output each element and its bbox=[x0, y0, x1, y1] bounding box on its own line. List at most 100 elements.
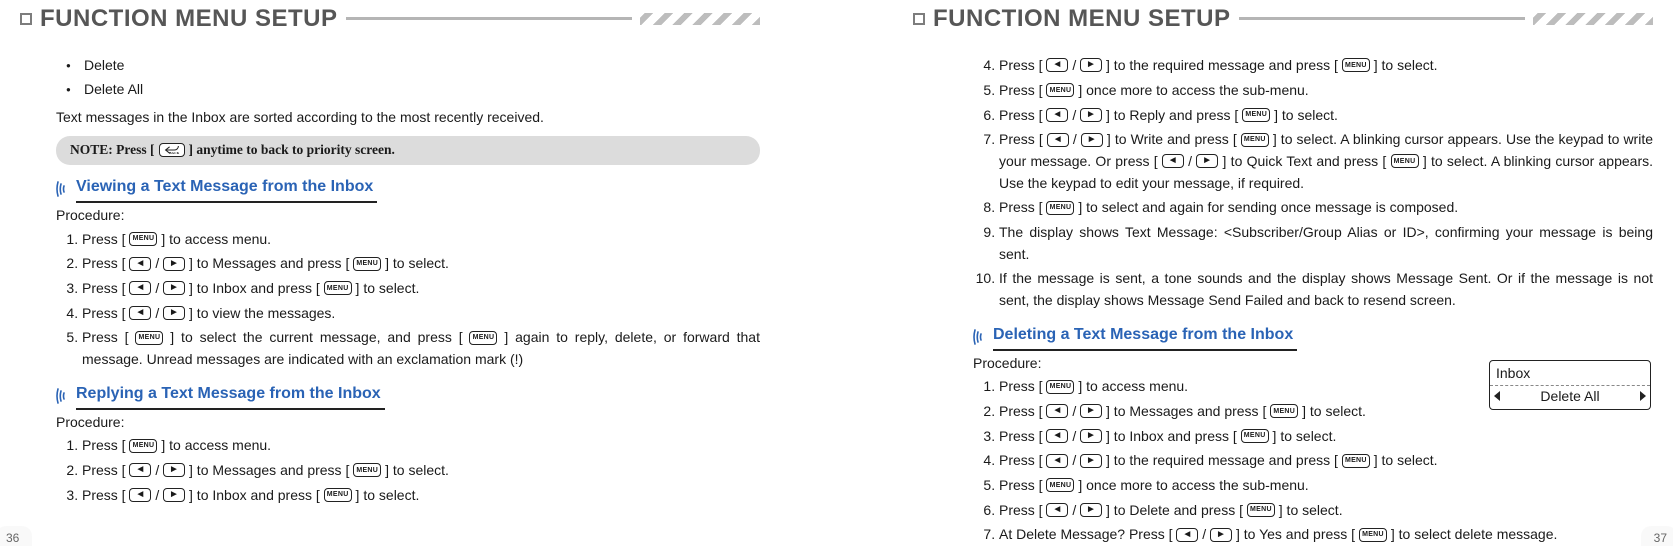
step-item: Press [ ◄ / ► ] to Messages and press [ … bbox=[82, 253, 760, 278]
step-item: Press [ MENU ] to access menu. bbox=[82, 229, 760, 254]
section-header: Deleting a Text Message from the Inbox bbox=[973, 323, 1653, 351]
section-title: Deleting a Text Message from the Inbox bbox=[993, 323, 1297, 351]
step-item: Press [ ◄ / ► ] to Write and press [ MEN… bbox=[999, 129, 1653, 197]
menu-button-icon: MENU bbox=[353, 257, 381, 271]
signal-icon bbox=[56, 387, 70, 405]
chapter-title: FUNCTION MENU SETUP bbox=[933, 0, 1231, 37]
chapter-rule bbox=[1239, 17, 1526, 20]
menu-button-icon: MENU bbox=[1342, 454, 1370, 468]
left-arrow-icon: ◄ bbox=[1046, 404, 1068, 418]
list-item: Delete bbox=[84, 55, 760, 79]
menu-button-icon: MENU bbox=[1247, 503, 1275, 517]
menu-button-icon: MENU bbox=[1046, 380, 1074, 394]
menu-button-icon: MENU bbox=[129, 232, 157, 246]
menu-button-icon: MENU bbox=[1342, 58, 1370, 72]
step-item: Press [ ◄ / ► ] to Inbox and press [ MEN… bbox=[82, 278, 760, 303]
signal-icon bbox=[56, 180, 70, 198]
step-item: Press [ ◄ / ► ] to Reply and press [ MEN… bbox=[999, 105, 1653, 130]
menu-button-icon: MENU bbox=[135, 331, 163, 345]
right-arrow-icon: ► bbox=[163, 306, 185, 320]
left-arrow-icon: ◄ bbox=[129, 488, 151, 502]
page-number: 36 bbox=[6, 529, 19, 548]
menu-button-icon: MENU bbox=[469, 331, 497, 345]
right-arrow-icon: ► bbox=[1080, 58, 1102, 72]
step-item: Press [ ◄ / ► ] to view the messages. bbox=[82, 303, 760, 328]
left-arrow-icon: ◄ bbox=[1047, 133, 1069, 147]
chapter-stripes-icon bbox=[1533, 13, 1653, 25]
step-list-continued: Press [ ◄ / ► ] to the required message … bbox=[973, 55, 1653, 315]
menu-button-icon: MENU bbox=[129, 439, 157, 453]
chapter-title: FUNCTION MENU SETUP bbox=[40, 0, 338, 37]
step-item: Press [ ◄ / ► ] to the required message … bbox=[999, 450, 1653, 475]
note-suffix: ] anytime to back to priority screen. bbox=[189, 140, 395, 161]
chapter-header: FUNCTION MENU SETUP bbox=[913, 0, 1653, 37]
step-item: At Delete Message? Press [ ◄ / ► ] to Ye… bbox=[999, 524, 1653, 549]
left-arrow-icon: ◄ bbox=[1046, 454, 1068, 468]
menu-button-icon: MENU bbox=[324, 281, 352, 295]
chapter-stripes-icon bbox=[640, 13, 760, 25]
page-body: Press [ ◄ / ► ] to the required message … bbox=[913, 55, 1653, 549]
step-item: Press [ MENU ] once more to access the s… bbox=[999, 475, 1653, 500]
menu-button-icon: MENU bbox=[1046, 83, 1074, 97]
left-arrow-icon: ◄ bbox=[129, 257, 151, 271]
list-item: Delete All bbox=[84, 79, 760, 103]
right-arrow-icon: ► bbox=[1080, 404, 1102, 418]
right-arrow-icon: ► bbox=[1081, 133, 1103, 147]
step-item: Press [ ◄ / ► ] to the required message … bbox=[999, 55, 1653, 80]
note-box: NOTE: Press [ BACK ] anytime to back to … bbox=[56, 136, 760, 165]
step-list: Press [ MENU ] to access menu.Press [ ◄ … bbox=[56, 229, 760, 374]
left-arrow-icon: ◄ bbox=[1046, 58, 1068, 72]
right-arrow-icon: ► bbox=[163, 257, 185, 271]
left-arrow-icon: ◄ bbox=[1046, 108, 1068, 122]
lcd-display: Inbox Delete All bbox=[1489, 360, 1651, 410]
menu-button-icon: MENU bbox=[1359, 528, 1387, 542]
left-arrow-icon: ◄ bbox=[1046, 429, 1068, 443]
left-arrow-icon: ◄ bbox=[1162, 154, 1184, 168]
right-arrow-icon: ► bbox=[1210, 528, 1232, 542]
step-item: Press [ ◄ / ► ] to Inbox and press [ MEN… bbox=[999, 426, 1653, 451]
step-item: Press [ ◄ / ► ] to Inbox and press [ MEN… bbox=[82, 485, 760, 510]
right-arrow-icon: ► bbox=[163, 463, 185, 477]
paragraph: Text messages in the Inbox are sorted ac… bbox=[56, 107, 760, 129]
right-arrow-icon: ► bbox=[1196, 154, 1218, 168]
step-item: Press [ MENU ] to select and again for s… bbox=[999, 197, 1653, 222]
chapter-header: FUNCTION MENU SETUP bbox=[20, 0, 760, 37]
right-arrow-icon: ► bbox=[1080, 429, 1102, 443]
chapter-rule bbox=[346, 17, 633, 20]
chapter-square-icon bbox=[20, 13, 32, 25]
menu-button-icon: MENU bbox=[1046, 478, 1074, 492]
lcd-row-2: Delete All bbox=[1490, 385, 1650, 410]
step-list: Press [ MENU ] to access menu.Press [ ◄ … bbox=[56, 435, 760, 509]
left-arrow-icon: ◄ bbox=[129, 306, 151, 320]
note-prefix: NOTE: Press [ bbox=[70, 140, 155, 161]
left-arrow-icon: ◄ bbox=[129, 463, 151, 477]
right-arrow-icon: ► bbox=[1080, 454, 1102, 468]
page-number: 37 bbox=[1654, 529, 1667, 548]
bullet-list: Delete Delete All bbox=[56, 55, 760, 102]
step-item: Press [ MENU ] once more to access the s… bbox=[999, 80, 1653, 105]
menu-button-icon: MENU bbox=[324, 488, 352, 502]
right-arrow-icon: ► bbox=[1080, 503, 1102, 517]
menu-button-icon: MENU bbox=[353, 463, 381, 477]
left-arrow-icon: ◄ bbox=[1046, 503, 1068, 517]
step-item: Press [ ◄ / ► ] to Messages and press [ … bbox=[82, 460, 760, 485]
page-37: FUNCTION MENU SETUP Press [ ◄ / ► ] to t… bbox=[893, 0, 1673, 550]
left-arrow-icon: ◄ bbox=[1176, 528, 1198, 542]
back-button-icon: BACK bbox=[159, 143, 185, 157]
step-item: The display shows Text Message: <Subscri… bbox=[999, 222, 1653, 268]
section-header: Replying a Text Message from the Inbox bbox=[56, 382, 760, 410]
menu-button-icon: MENU bbox=[1270, 404, 1298, 418]
left-arrow-icon: ◄ bbox=[129, 281, 151, 295]
lcd-row-1: Inbox bbox=[1490, 361, 1650, 385]
menu-button-icon: MENU bbox=[1391, 154, 1419, 168]
procedure-label: Procedure: bbox=[56, 205, 760, 227]
step-item: Press [ MENU ] to select the current mes… bbox=[82, 327, 760, 373]
procedure-label: Procedure: bbox=[56, 412, 760, 434]
section-header: Viewing a Text Message from the Inbox bbox=[56, 175, 760, 203]
menu-button-icon: MENU bbox=[1241, 133, 1269, 147]
menu-button-icon: MENU bbox=[1242, 108, 1270, 122]
svg-text:BACK: BACK bbox=[169, 151, 179, 155]
section-title: Viewing a Text Message from the Inbox bbox=[76, 175, 377, 203]
page-body: Delete Delete All Text messages in the I… bbox=[20, 55, 760, 509]
menu-button-icon: MENU bbox=[1046, 201, 1074, 215]
